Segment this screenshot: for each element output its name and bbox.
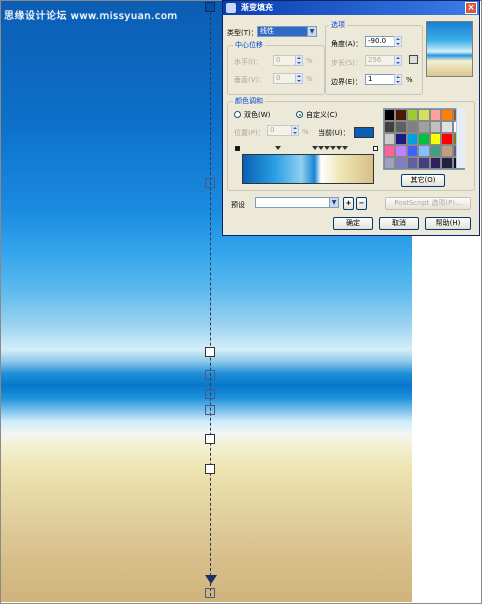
gradient-fill-dialog: 渐变填充 × 类型(T)： 线性 ▼ 中心位移 水平(I)： 0 % 垂直(V)… [222,0,480,236]
color-stop-marker-icon[interactable] [342,146,348,150]
palette-swatch[interactable] [441,157,453,169]
palette-swatch[interactable] [441,145,453,157]
palette-swatch[interactable] [395,121,407,133]
palette-swatch[interactable] [441,133,453,145]
color-blend-title: 颜色调和 [233,96,265,106]
app-icon [226,3,236,13]
palette-swatch[interactable] [395,145,407,157]
palette-swatch[interactable] [429,121,442,133]
position-spinner[interactable] [291,125,299,136]
edge-pad-unit: % [406,76,413,84]
angle-spinner[interactable] [394,36,402,47]
vertical-unit: % [306,75,313,83]
palette-swatch[interactable] [418,157,430,169]
palette-swatch[interactable] [384,157,396,169]
type-label: 类型(T)： [227,29,258,37]
custom-label: 自定义(C) [306,111,338,119]
cancel-button[interactable]: 取消 [379,217,419,230]
watermark-text: 思缘设计论坛 www.missyuan.com [4,11,178,22]
palette-swatch[interactable] [418,133,430,145]
palette-swatch[interactable] [406,133,419,145]
palette-swatch[interactable] [429,109,442,121]
palette-swatch[interactable] [406,145,419,157]
remove-preset-icon[interactable]: − [356,197,367,210]
dialog-titlebar[interactable]: 渐变填充 × [223,1,479,15]
center-offset-group [227,45,325,95]
edge-pad-label: 边界(E)： [331,78,362,86]
custom-radio[interactable] [296,111,303,118]
vertical-label: 垂直(V)： [234,76,266,84]
start-color-node[interactable] [235,146,240,151]
preset-select[interactable] [255,197,339,208]
palette-swatch[interactable] [384,133,396,145]
palette-swatch[interactable] [406,157,419,169]
gradient-preview [426,21,473,77]
preset-label: 预设 [231,201,245,209]
palette-swatch[interactable] [406,121,419,133]
postscript-options-button[interactable]: PostScript 选项(P)... [385,197,471,210]
chevron-down-icon[interactable]: ▼ [307,26,317,37]
palette-swatch[interactable] [429,157,442,169]
palette-swatch[interactable] [429,133,442,145]
gradient-start-handle[interactable] [205,2,215,12]
gradient-blend-bar[interactable] [242,154,374,184]
horizontal-spinner[interactable] [295,55,303,66]
position-unit: % [302,128,309,136]
vertical-spinner[interactable] [295,73,303,84]
steps-label: 步长(S)： [331,59,362,67]
color-stop-marker[interactable] [205,178,215,188]
steps-spinner[interactable] [394,55,402,66]
palette-swatch[interactable] [418,145,430,157]
help-button[interactable]: 帮助(H) [425,217,471,230]
palette-swatch[interactable] [429,145,442,157]
dialog-title: 渐变填充 [241,3,273,12]
color-stop-marker[interactable] [205,434,215,444]
palette-scrollbar[interactable] [456,108,465,168]
color-stop-marker[interactable] [205,464,215,474]
position-label: 位置(P)： [234,129,265,137]
palette-swatch[interactable] [418,121,430,133]
center-offset-title: 中心位移 [233,40,265,50]
palette-swatch[interactable] [441,109,453,121]
options-title: 选项 [329,20,347,30]
others-button[interactable]: 其它(O) [401,174,445,187]
color-stop-marker[interactable] [205,389,215,399]
lock-icon[interactable] [409,55,418,64]
ok-button[interactable]: 确定 [333,217,373,230]
color-stop-marker[interactable] [205,370,215,380]
color-stop-marker-icon[interactable] [275,146,281,150]
close-icon[interactable]: × [465,2,477,14]
palette-swatch[interactable] [395,133,407,145]
palette-swatch[interactable] [395,109,407,121]
palette-swatch[interactable] [406,109,419,121]
gradient-vector-line[interactable] [210,12,211,596]
two-color-label: 双色(W) [244,111,271,119]
current-label: 当前(U)： [318,129,350,137]
horizontal-unit: % [306,57,313,65]
color-palette[interactable] [383,108,465,170]
color-stop-marker[interactable] [205,405,215,415]
palette-swatch[interactable] [384,145,396,157]
color-stop-marker[interactable] [205,347,215,357]
palette-swatch[interactable] [441,121,453,133]
horizontal-label: 水平(I)： [234,58,263,66]
gradient-direction-arrow-icon [205,575,217,584]
palette-swatch[interactable] [395,157,407,169]
type-select-value: 线性 [260,27,274,35]
add-preset-icon[interactable]: + [343,197,354,210]
end-color-node[interactable] [373,146,378,151]
palette-swatch[interactable] [384,121,396,133]
edge-pad-spinner[interactable] [394,74,402,85]
angle-label: 角度(A)： [331,40,363,48]
two-color-radio[interactable] [234,111,241,118]
palette-swatch[interactable] [418,109,430,121]
palette-swatch[interactable] [384,109,396,121]
chevron-down-icon[interactable]: ▼ [329,197,339,208]
current-color-swatch[interactable] [354,127,374,138]
gradient-end-handle[interactable] [205,588,215,598]
